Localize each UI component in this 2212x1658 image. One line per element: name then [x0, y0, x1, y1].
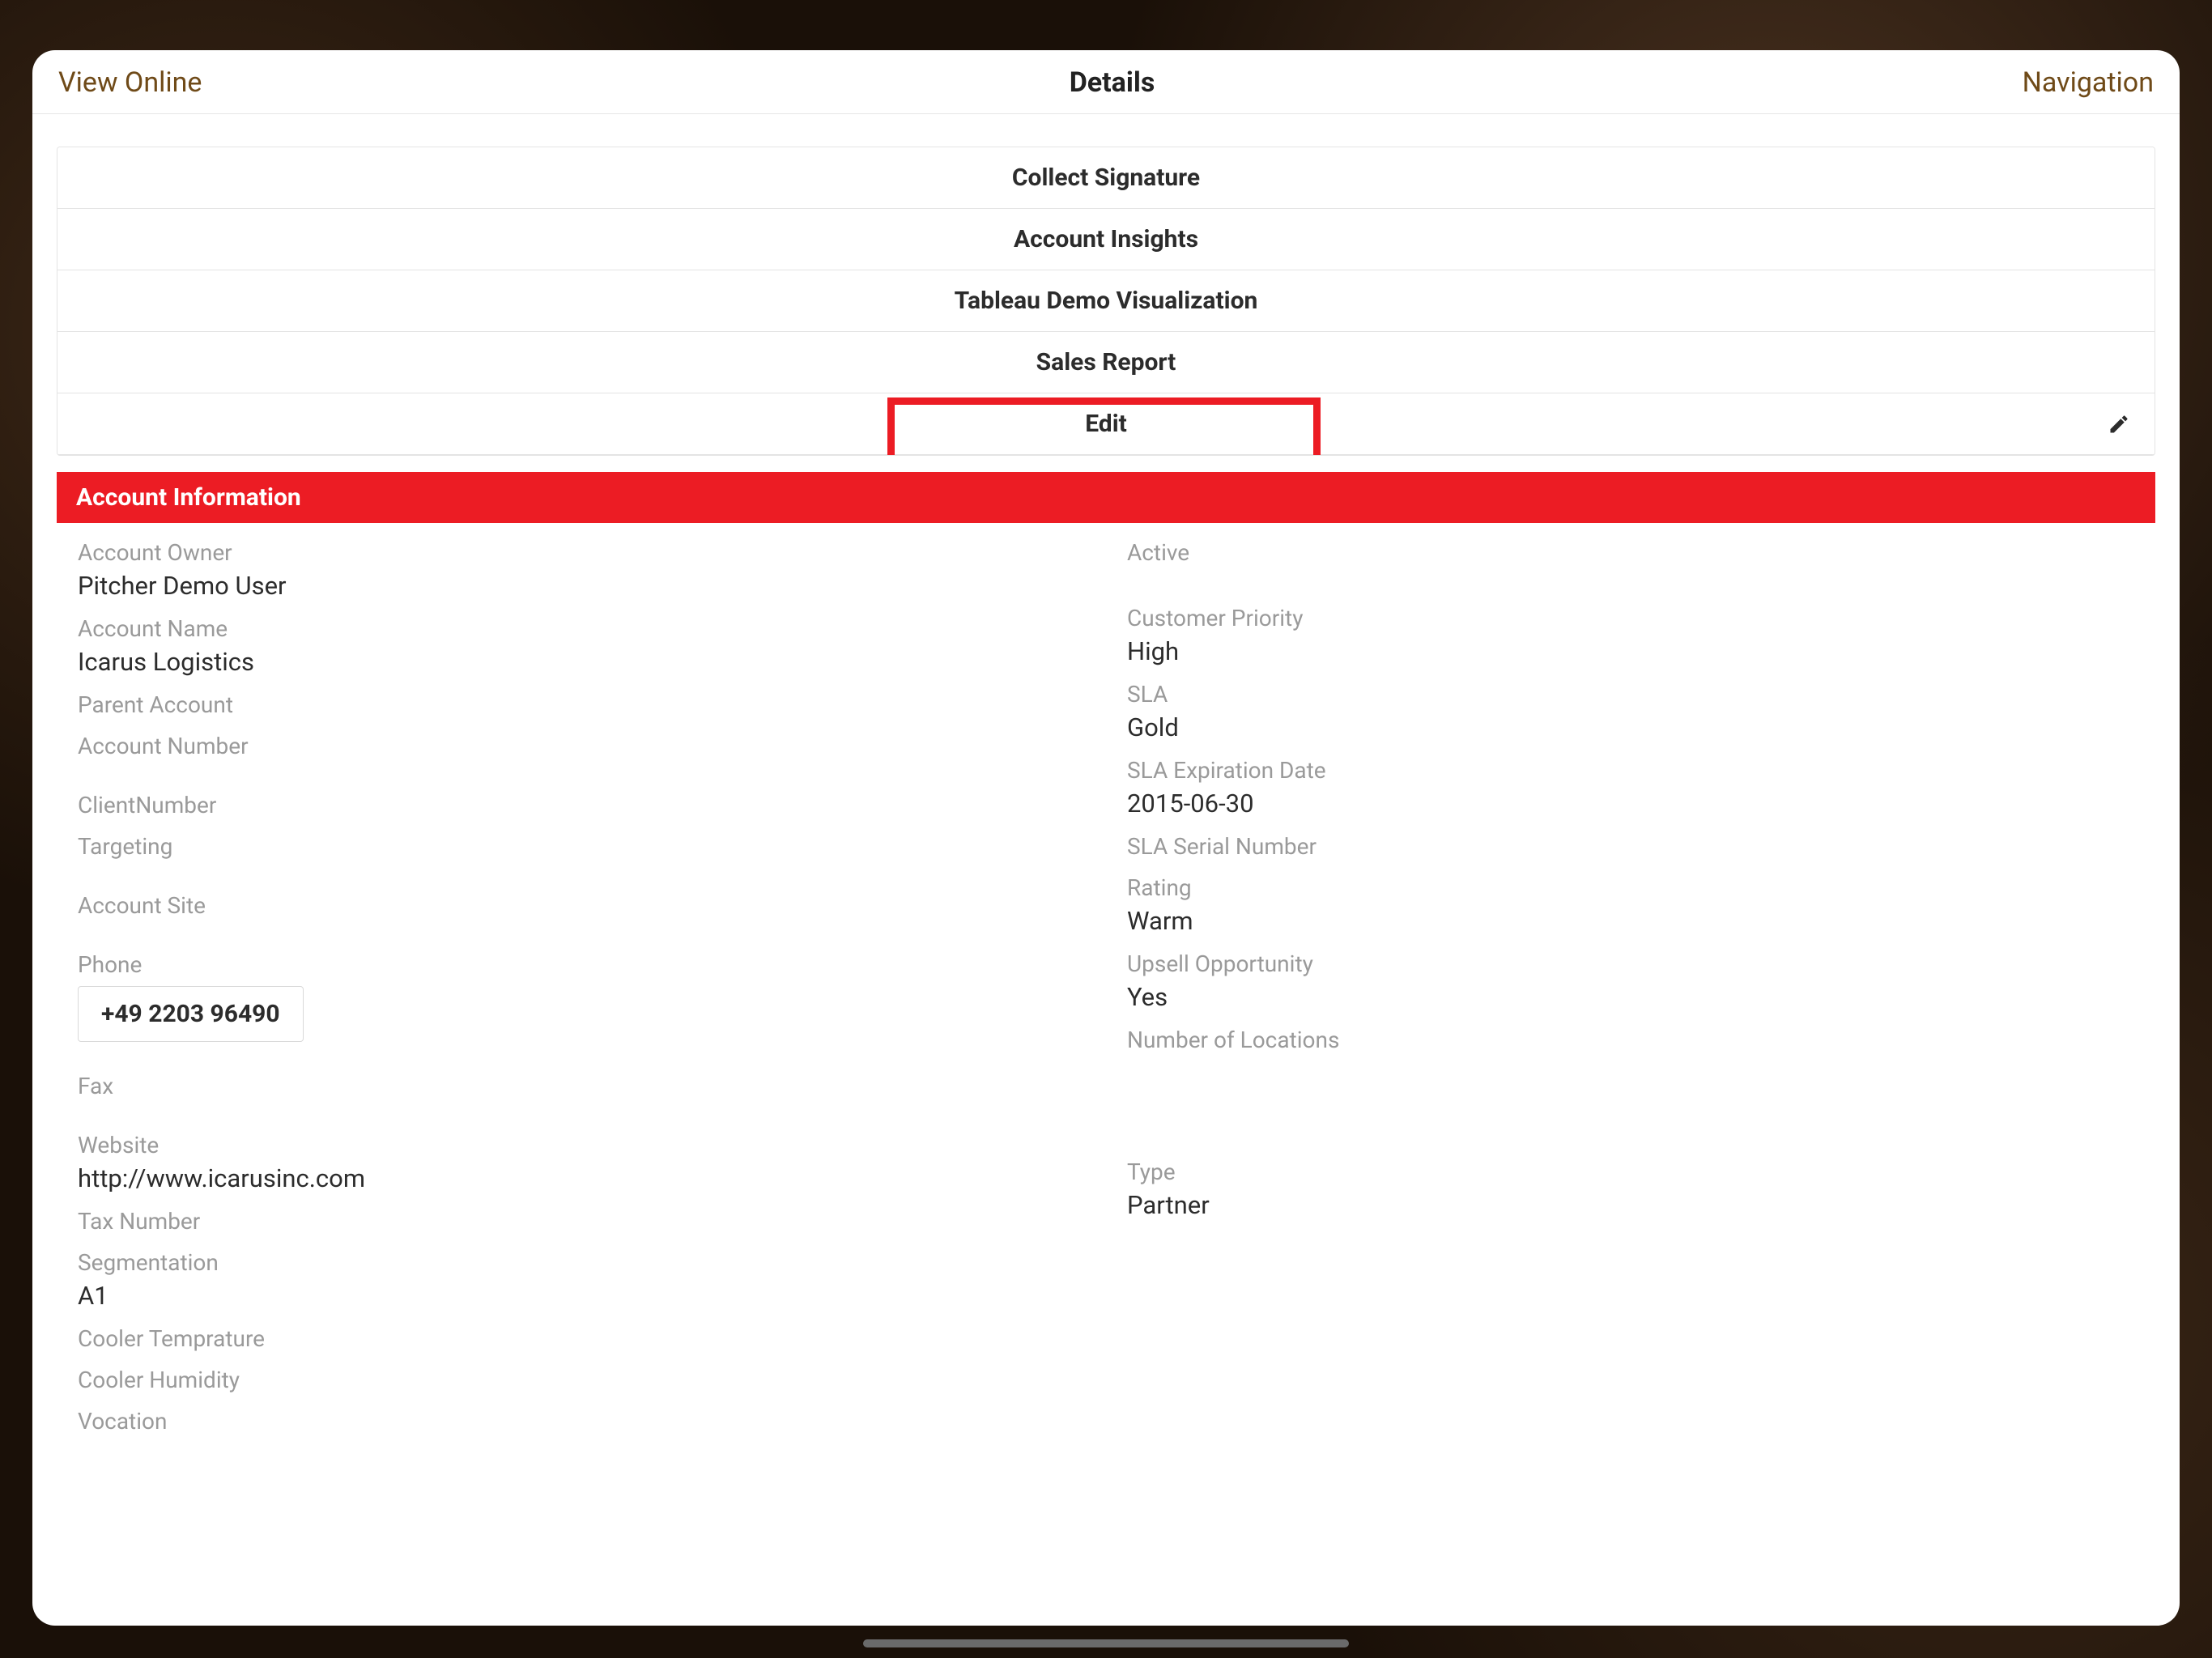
label-rating: Rating — [1127, 874, 2134, 901]
label-segmentation: Segmentation — [78, 1249, 1085, 1276]
fields-container: Account Owner Pitcher Demo User Account … — [57, 523, 2155, 1465]
details-modal: View Online Details Navigation Collect S… — [32, 50, 2180, 1626]
sales-report-button[interactable]: Sales Report — [57, 332, 2155, 393]
header-bar: View Online Details Navigation — [32, 50, 2180, 114]
field-locations: Number of Locations — [1127, 1027, 2134, 1053]
label-fax: Fax — [78, 1073, 1085, 1099]
view-online-link[interactable]: View Online — [58, 66, 202, 99]
field-sla: SLA Gold — [1127, 681, 2134, 742]
field-website: Website http://www.icarusinc.com — [78, 1132, 1085, 1193]
field-phone: Phone +49 2203 96490 — [78, 951, 1085, 1042]
label-account-name: Account Name — [78, 615, 1085, 642]
popover-arrow — [68, 50, 117, 52]
field-tax-number: Tax Number — [78, 1208, 1085, 1235]
label-type: Type — [1127, 1158, 2134, 1185]
label-parent-account: Parent Account — [78, 691, 1085, 718]
value-account-owner: Pitcher Demo User — [78, 571, 1085, 601]
field-segmentation: Segmentation A1 — [78, 1249, 1085, 1311]
collect-signature-button[interactable]: Collect Signature — [57, 147, 2155, 209]
page-title: Details — [1070, 66, 1155, 99]
label-phone: Phone — [78, 951, 1085, 978]
field-cooler-humidity: Cooler Humidity — [78, 1367, 1085, 1393]
field-sla-exp: SLA Expiration Date 2015-06-30 — [1127, 757, 2134, 818]
home-indicator — [863, 1639, 1349, 1647]
fields-right-column: Active Customer Priority High SLA Gold S… — [1106, 539, 2155, 1449]
label-sla-exp: SLA Expiration Date — [1127, 757, 2134, 784]
value-customer-priority: High — [1127, 636, 2134, 666]
label-customer-priority: Customer Priority — [1127, 605, 2134, 631]
action-list: Collect Signature Account Insights Table… — [57, 147, 2155, 456]
label-sla-serial: SLA Serial Number — [1127, 833, 2134, 860]
value-rating: Warm — [1127, 906, 2134, 936]
edit-button-label: Edit — [1085, 410, 1127, 438]
label-cooler-temp: Cooler Temprature — [78, 1325, 1085, 1352]
phone-button[interactable]: +49 2203 96490 — [78, 986, 304, 1042]
field-account-owner: Account Owner Pitcher Demo User — [78, 539, 1085, 601]
field-sla-serial: SLA Serial Number — [1127, 833, 2134, 860]
field-active: Active — [1127, 539, 2134, 566]
field-client-number: ClientNumber — [78, 792, 1085, 818]
field-parent-account: Parent Account — [78, 691, 1085, 718]
label-tax-number: Tax Number — [78, 1208, 1085, 1235]
value-type: Partner — [1127, 1190, 2134, 1220]
field-account-number: Account Number — [78, 733, 1085, 759]
field-upsell: Upsell Opportunity Yes — [1127, 950, 2134, 1012]
label-account-owner: Account Owner — [78, 539, 1085, 566]
section-header-account-info: Account Information — [57, 472, 2155, 523]
field-type: Type Partner — [1127, 1158, 2134, 1220]
value-sla-exp: 2015-06-30 — [1127, 789, 2134, 818]
account-insights-button[interactable]: Account Insights — [57, 209, 2155, 270]
value-upsell: Yes — [1127, 982, 2134, 1012]
label-account-number: Account Number — [78, 733, 1085, 759]
label-cooler-humidity: Cooler Humidity — [78, 1367, 1085, 1393]
field-rating: Rating Warm — [1127, 874, 2134, 936]
label-upsell: Upsell Opportunity — [1127, 950, 2134, 977]
fields-left-column: Account Owner Pitcher Demo User Account … — [57, 539, 1106, 1449]
label-targeting: Targeting — [78, 833, 1085, 860]
label-account-site: Account Site — [78, 892, 1085, 919]
value-segmentation: A1 — [78, 1281, 1085, 1311]
value-website[interactable]: http://www.icarusinc.com — [78, 1163, 1085, 1193]
field-fax: Fax — [78, 1073, 1085, 1099]
label-vocation: Vocation — [78, 1408, 1085, 1435]
edit-button[interactable]: Edit — [57, 393, 2155, 455]
field-account-site: Account Site — [78, 892, 1085, 919]
field-vocation: Vocation — [78, 1408, 1085, 1435]
label-client-number: ClientNumber — [78, 792, 1085, 818]
label-website: Website — [78, 1132, 1085, 1158]
tableau-demo-button[interactable]: Tableau Demo Visualization — [57, 270, 2155, 332]
value-sla: Gold — [1127, 712, 2134, 742]
field-targeting: Targeting — [78, 833, 1085, 860]
content-scroll[interactable]: Collect Signature Account Insights Table… — [32, 114, 2180, 1626]
value-account-name: Icarus Logistics — [78, 647, 1085, 677]
pencil-icon — [2108, 413, 2130, 436]
field-cooler-temp: Cooler Temprature — [78, 1325, 1085, 1352]
label-sla: SLA — [1127, 681, 2134, 708]
label-active: Active — [1127, 539, 2134, 566]
navigation-link[interactable]: Navigation — [2023, 66, 2154, 99]
field-account-name: Account Name Icarus Logistics — [78, 615, 1085, 677]
field-customer-priority: Customer Priority High — [1127, 605, 2134, 666]
label-locations: Number of Locations — [1127, 1027, 2134, 1053]
